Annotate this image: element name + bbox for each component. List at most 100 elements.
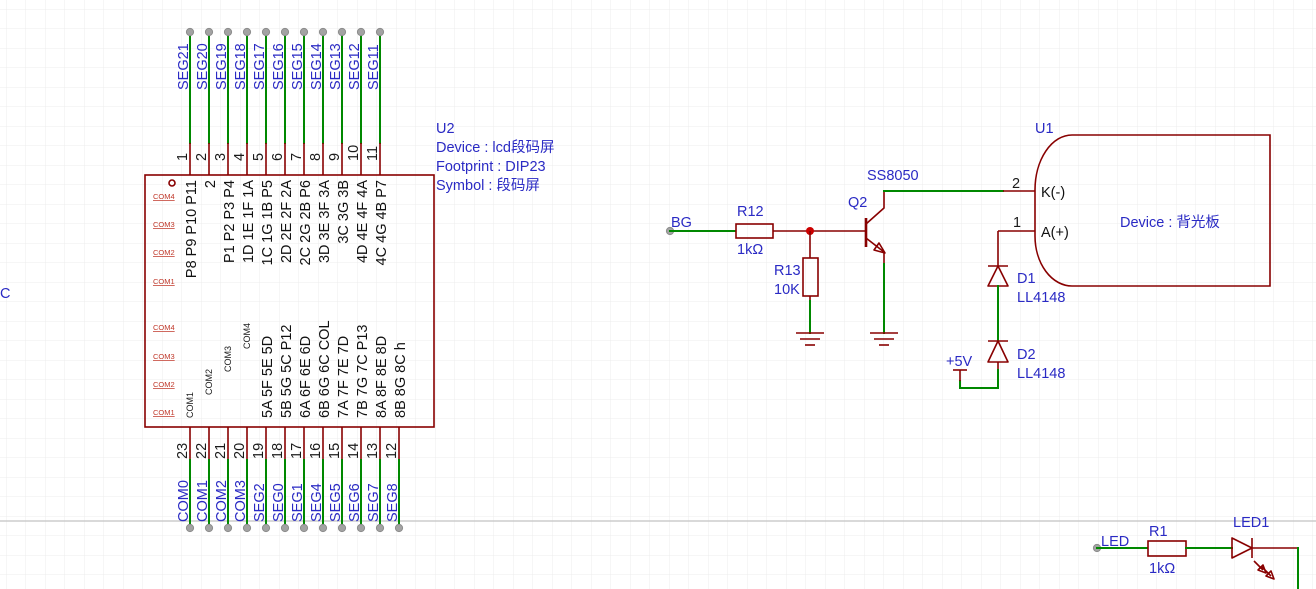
pin-number: 4 <box>232 153 248 161</box>
d2-ref-label: D2 <box>1017 347 1036 363</box>
net-label[interactable]: SEG0 <box>271 483 287 522</box>
net-label[interactable]: SEG16 <box>271 43 287 90</box>
net-label[interactable]: SEG13 <box>328 43 344 90</box>
net-label[interactable]: SEG11 <box>366 44 382 90</box>
pin-number: 14 <box>346 443 362 459</box>
net-label[interactable]: COM2 <box>214 480 230 522</box>
net-port[interactable] <box>223 523 233 533</box>
com-marker: COM1 <box>153 408 175 417</box>
pin-name: 5B 5G 5C P12 <box>279 325 295 419</box>
net-label[interactable]: SEG14 <box>309 43 325 90</box>
com-marker: COM1 <box>153 277 175 286</box>
net-label[interactable]: SEG21 <box>176 43 192 90</box>
pin-number: 21 <box>213 443 229 459</box>
pin-name: 1C 1G 1B P5 <box>260 180 276 265</box>
net-port[interactable] <box>185 27 195 37</box>
pin-name: 8A 8F 8E 8D <box>374 336 390 418</box>
u2-ref-label[interactable]: U2 <box>436 121 455 137</box>
pin-name: 3D 3E 3F 3A <box>317 180 333 263</box>
net-port[interactable] <box>185 523 195 533</box>
edge-net-label-fragment[interactable]: C <box>0 286 10 302</box>
net-port[interactable] <box>375 523 385 533</box>
net-label[interactable]: SEG2 <box>252 483 268 522</box>
net-port[interactable] <box>280 27 290 37</box>
net-label[interactable]: SEG4 <box>309 483 325 522</box>
net-label[interactable]: SEG15 <box>290 43 306 90</box>
u1-pin-k-number: 2 <box>1012 176 1020 192</box>
pin-name: COM1 <box>185 392 195 418</box>
net-port[interactable] <box>394 523 404 533</box>
net-label[interactable]: SEG8 <box>385 483 401 522</box>
net-label[interactable]: COM3 <box>233 480 249 522</box>
pin-name: 5A 5F 5E 5D <box>260 336 276 418</box>
net-port[interactable] <box>318 27 328 37</box>
pin-number: 18 <box>270 443 286 459</box>
u1-pin-k-name: K(-) <box>1041 185 1065 201</box>
d1-model-label: LL4148 <box>1017 290 1065 306</box>
led1-ref-label: LED1 <box>1233 515 1269 531</box>
net-port[interactable] <box>375 27 385 37</box>
pin-name: 7B 7G 7C P13 <box>355 325 371 419</box>
net-label[interactable]: SEG17 <box>252 43 268 90</box>
net-port[interactable] <box>356 523 366 533</box>
net-port[interactable] <box>204 523 214 533</box>
u2-symbol-label: Symbol : 段码屏 <box>436 177 540 194</box>
power-label: +5V <box>946 354 973 370</box>
net-port[interactable] <box>223 27 233 37</box>
pin-number: 23 <box>175 443 191 459</box>
pin-name: 2C 2G 2B P6 <box>298 180 314 265</box>
com-marker: COM2 <box>153 380 175 389</box>
pin-name: 2D 2E 2F 2A <box>279 180 295 263</box>
pin-name: COM3 <box>223 346 233 372</box>
net-port[interactable] <box>242 27 252 37</box>
pin-number: 13 <box>365 443 381 459</box>
pin-name: 8B 8G 8C h <box>393 342 409 418</box>
net-port[interactable] <box>299 27 309 37</box>
u1-ref-label[interactable]: U1 <box>1035 121 1054 137</box>
com-marker: COM4 <box>153 192 175 201</box>
u1-device-label: Device : 背光板 <box>1120 213 1220 231</box>
net-port[interactable] <box>280 523 290 533</box>
pin-number: 5 <box>251 153 267 161</box>
net-port[interactable] <box>204 27 214 37</box>
pin-name: 4C 4G 4B P7 <box>374 180 390 265</box>
net-label[interactable]: SEG1 <box>290 483 306 522</box>
net-port[interactable] <box>299 523 309 533</box>
q2-ref-label: Q2 <box>848 195 867 211</box>
net-label[interactable]: SEG6 <box>347 483 363 522</box>
net-label[interactable]: COM0 <box>176 480 192 522</box>
net-port[interactable] <box>337 523 347 533</box>
pin-number: 17 <box>289 443 305 459</box>
d1-ref-label: D1 <box>1017 271 1036 287</box>
net-label[interactable]: SEG18 <box>233 43 249 90</box>
net-port[interactable] <box>337 27 347 37</box>
net-port[interactable] <box>318 523 328 533</box>
pin-name: 3C 3G 3B <box>336 180 352 244</box>
pin-number: 15 <box>327 443 343 459</box>
pin-number: 10 <box>346 145 362 161</box>
net-label[interactable]: SEG12 <box>347 43 363 90</box>
schematic-canvas[interactable]: C U2 Device : lcd段码屏 Footprint : DIP23 S… <box>0 0 1316 589</box>
net-port[interactable] <box>356 27 366 37</box>
net-label[interactable]: SEG19 <box>214 43 230 90</box>
pin-name: P8 P9 P10 P11 <box>184 180 200 278</box>
net-port[interactable] <box>261 27 271 37</box>
d2-model-label: LL4148 <box>1017 366 1065 382</box>
net-label-bg[interactable]: BG <box>671 215 692 231</box>
net-label[interactable]: SEG5 <box>328 483 344 522</box>
net-port[interactable] <box>261 523 271 533</box>
pin-number: 2 <box>194 153 210 161</box>
net-label-bg-text[interactable]: BG <box>671 215 692 231</box>
net-label[interactable]: COM1 <box>195 480 211 522</box>
net-port[interactable] <box>242 523 252 533</box>
q2-model-label: SS8050 <box>867 168 919 184</box>
pin-number: 9 <box>327 153 343 161</box>
net-label[interactable]: SEG7 <box>366 483 382 522</box>
pin-number: 19 <box>251 443 267 459</box>
com-marker: COM4 <box>153 323 175 332</box>
net-label[interactable]: SEG20 <box>195 43 211 90</box>
pin-name: 4D 4E 4F 4A <box>355 180 371 263</box>
pin-number: 11 <box>365 146 381 161</box>
com-marker: COM2 <box>153 248 175 257</box>
r12-ref-label: R12 <box>737 204 764 220</box>
